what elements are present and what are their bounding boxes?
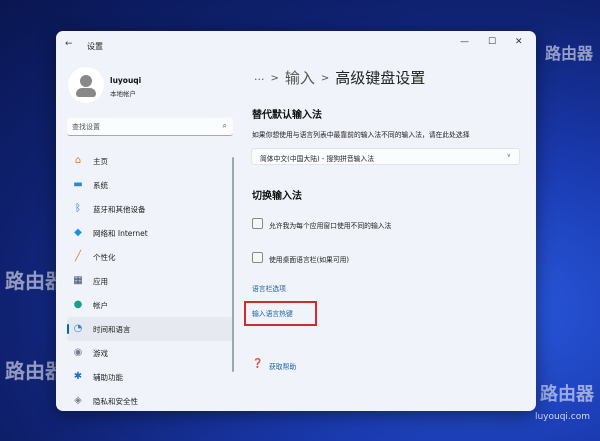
desktop-language-bar-checkbox[interactable] — [252, 252, 263, 263]
watermark-url: luyouqi.com — [534, 412, 590, 422]
sidebar-item[interactable]: ✱ 辅助功能 — [67, 365, 233, 389]
title-bar: ← 设置 — ☐ ✕ — [56, 31, 536, 59]
sidebar-item-label: 网络和 Internet — [93, 229, 148, 238]
language-bar-options-link[interactable]: 语言栏选项 — [252, 283, 286, 293]
system-icon: ▬ — [73, 179, 83, 190]
sidebar-nav: ⌂ 主页 ▬ 系统 ᛒ 蓝牙和其他设备 ◆ 网络和 Internet ╱ 个性化 ▦ 应用 ● 帐户 ◔ 时间… — [67, 149, 233, 411]
section-title: 替代默认输入法 — [252, 110, 322, 121]
highlight-box — [244, 301, 317, 326]
settings-window: ← 设置 — ☐ ✕ luyouqi 本地帐户 查找设置 ⌕ ⌂ 主页 ▬ 系统 ᛒ 蓝牙和… — [56, 31, 536, 411]
watermark: 路由器 — [545, 44, 594, 63]
close-button[interactable]: ✕ — [515, 37, 523, 47]
sidebar-item-label: 辅助功能 — [93, 373, 123, 382]
sidebar-item-label: 主页 — [93, 157, 108, 166]
search-input[interactable]: 查找设置 ⌕ — [67, 118, 233, 136]
sidebar-item[interactable]: ◉ 游戏 — [67, 341, 233, 365]
sidebar-item[interactable]: ⌂ 主页 — [67, 149, 233, 173]
input-method-dropdown[interactable]: 简体中文(中国大陆) - 搜狗拼音输入法 ∨ — [251, 148, 520, 165]
brush-icon: ╱ — [74, 251, 82, 262]
sidebar-item[interactable]: ▦ 应用 — [67, 269, 233, 293]
sidebar-item[interactable]: ● 帐户 — [67, 293, 233, 317]
sidebar-item[interactable]: ◆ 网络和 Internet — [67, 221, 233, 245]
chevron-right-icon: > — [270, 73, 279, 84]
checkbox-label: 使用桌面语言栏(如果可用) — [269, 256, 350, 264]
accessibility-icon: ✱ — [73, 371, 83, 382]
sidebar-item-label: 游戏 — [93, 349, 108, 358]
wifi-icon: ◆ — [74, 227, 82, 238]
scrollbar[interactable] — [232, 157, 234, 372]
bluetooth-icon: ᛒ — [75, 203, 81, 214]
chevron-right-icon: > — [320, 73, 330, 84]
checkbox-label: 允许我为每个应用窗口使用不同的输入法 — [269, 222, 392, 230]
help-icon: ❓ — [252, 359, 264, 369]
per-app-input-checkbox[interactable] — [252, 218, 263, 229]
home-icon: ⌂ — [74, 155, 82, 166]
search-icon: ⌕ — [222, 121, 227, 130]
avatar[interactable] — [68, 67, 104, 103]
shield-icon: ◈ — [74, 395, 82, 406]
maximize-button[interactable]: ☐ — [488, 37, 496, 47]
sidebar-item[interactable]: ᛒ 蓝牙和其他设备 — [67, 197, 233, 221]
chevron-down-icon: ∨ — [506, 152, 511, 159]
breadcrumb-more[interactable]: ··· — [254, 73, 265, 86]
sidebar-item[interactable]: ◔ 时间和语言 — [67, 317, 233, 341]
dropdown-value: 简体中文(中国大陆) - 搜狗拼音输入法 — [260, 155, 375, 163]
sidebar-item[interactable]: ╱ 个性化 — [67, 245, 233, 269]
get-help-link[interactable]: 获取帮助 — [269, 361, 296, 371]
account-icon: ● — [73, 299, 83, 310]
sidebar-item-label: 系统 — [93, 181, 108, 190]
sidebar-item-label: 时间和语言 — [93, 325, 131, 334]
sidebar-item-label: 隐私和安全性 — [93, 397, 138, 406]
page-title: 高级键盘设置 — [335, 69, 426, 87]
sidebar-item-label: 帐户 — [93, 301, 108, 310]
watermark: 路由器 — [540, 384, 594, 405]
user-name: luyouqi — [110, 76, 142, 85]
sidebar-item-label: 蓝牙和其他设备 — [93, 205, 146, 214]
back-button[interactable]: ← — [65, 39, 73, 49]
apps-icon: ▦ — [73, 275, 83, 286]
window-title: 设置 — [87, 42, 103, 51]
sidebar-item-label: 应用 — [93, 277, 108, 286]
sidebar-item-label: 个性化 — [93, 253, 116, 262]
account-type: 本地帐户 — [110, 90, 136, 98]
sidebar-item[interactable]: ▬ 系统 — [67, 173, 233, 197]
breadcrumb: ··· > 输入 > 高级键盘设置 — [254, 67, 425, 88]
section-description: 如果你想使用与语言列表中最靠前的输入法不同的输入法，请在此处选择 — [252, 131, 470, 139]
time-language-icon: ◔ — [73, 323, 83, 334]
section-title: 切换输入法 — [252, 191, 302, 202]
minimize-button[interactable]: — — [460, 37, 469, 47]
breadcrumb-parent[interactable]: 输入 — [285, 69, 315, 87]
search-placeholder: 查找设置 — [72, 123, 100, 131]
sidebar-item[interactable]: ◈ 隐私和安全性 — [67, 389, 233, 411]
gaming-icon: ◉ — [73, 347, 83, 358]
